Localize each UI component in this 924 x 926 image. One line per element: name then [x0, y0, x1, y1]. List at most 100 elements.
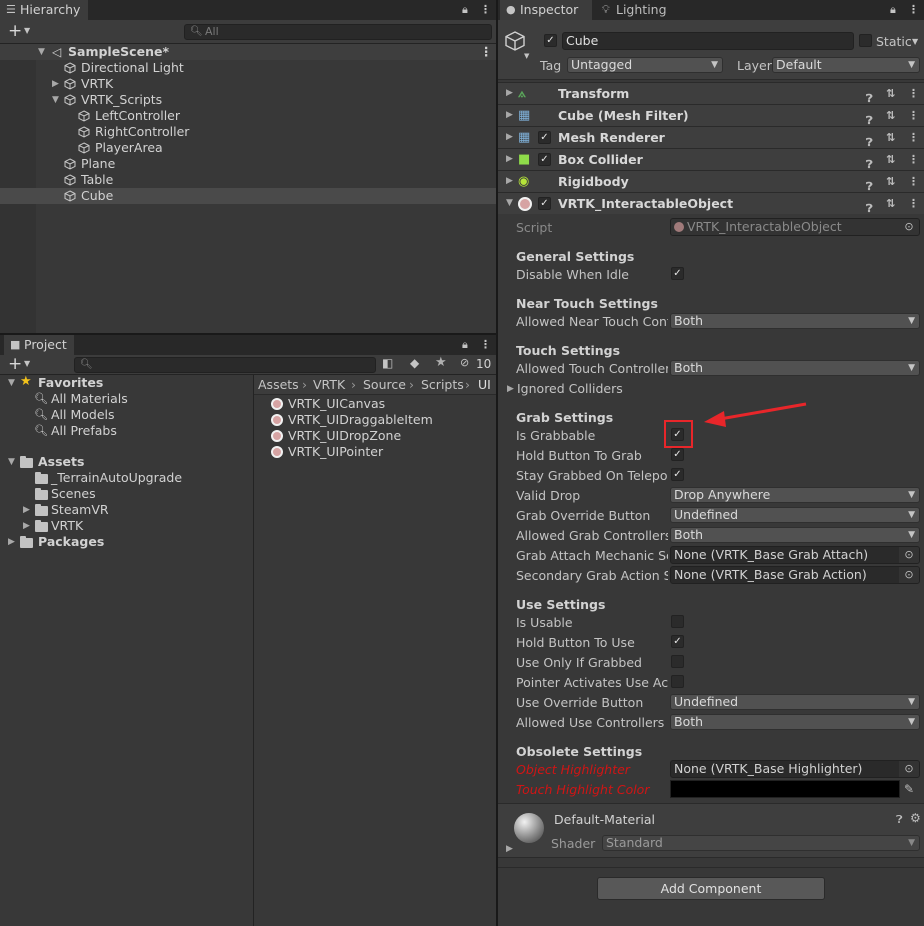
- presets-icon[interactable]: ⇅: [886, 149, 895, 170]
- presets-icon[interactable]: ⇅: [886, 127, 895, 148]
- component-menu-icon[interactable]: ⋮: [908, 127, 919, 148]
- hierarchy-item[interactable]: PlayerArea: [0, 140, 496, 156]
- use-override-dropdown[interactable]: Undefined ▼: [670, 694, 920, 710]
- object-picker-icon[interactable]: ⊙: [899, 547, 919, 563]
- favorite-item[interactable]: 🔍︎ All Materials: [0, 391, 253, 407]
- add-object-button[interactable]: +: [8, 20, 22, 42]
- breadcrumb-item[interactable]: Source: [363, 375, 406, 394]
- active-checkbox[interactable]: ✓: [544, 34, 557, 47]
- folder-item[interactable]: _TerrainAutoUpgrade: [0, 470, 253, 486]
- object-picker-icon[interactable]: ⊙: [899, 761, 919, 777]
- ignored-colliders-arrow-icon[interactable]: ▶: [507, 384, 514, 394]
- collapse-arrow-icon[interactable]: ▶: [506, 844, 513, 854]
- allowed-near-touch-dropdown[interactable]: Both ▼: [670, 313, 920, 329]
- expand-arrow-icon[interactable]: ▼: [38, 44, 45, 60]
- presets-icon[interactable]: ⇅: [886, 193, 895, 214]
- enabled-checkbox[interactable]: ✓: [538, 153, 551, 166]
- collapse-arrow-icon[interactable]: ▶: [506, 127, 513, 148]
- asset-file[interactable]: VRTK_UICanvas: [254, 396, 496, 412]
- lock-icon[interactable]: 🔒︎: [462, 338, 468, 352]
- hierarchy-item-selected[interactable]: Cube: [0, 188, 496, 204]
- collapse-arrow-icon[interactable]: ▶: [52, 76, 59, 92]
- grab-override-dropdown[interactable]: Undefined ▼: [670, 507, 920, 523]
- stay-grabbed-checkbox[interactable]: ✓: [671, 468, 684, 481]
- grab-attach-field[interactable]: None (VRTK_Base Grab Attach) ⊙: [670, 546, 920, 564]
- favorites-star-icon[interactable]: ★: [435, 355, 447, 370]
- icon-dropdown-arrow-icon[interactable]: ▼: [524, 52, 529, 60]
- search-by-label-icon[interactable]: ◆: [410, 356, 419, 370]
- component-menu-icon[interactable]: ⋮: [908, 105, 919, 126]
- scene-menu-icon[interactable]: ⋮: [480, 44, 493, 60]
- lock-icon[interactable]: 🔒︎: [890, 3, 896, 17]
- collapse-arrow-icon[interactable]: ▶: [506, 83, 513, 104]
- component-rigidbody[interactable]: ▶ ◉ Rigidbody ❓︎ ⇅ ⋮: [498, 170, 924, 193]
- hierarchy-item[interactable]: ▼ VRTK_Scripts: [0, 92, 496, 108]
- tab-hierarchy[interactable]: ☰ Hierarchy: [0, 0, 88, 20]
- layer-dropdown[interactable]: Default ▼: [772, 57, 920, 73]
- expand-arrow-icon[interactable]: ▼: [8, 454, 15, 470]
- ignored-colliders-label[interactable]: Ignored Colliders: [517, 381, 669, 396]
- tab-inspector[interactable]: ● Inspector: [500, 0, 592, 20]
- settings-gear-icon[interactable]: ⚙: [910, 811, 921, 825]
- project-search-input[interactable]: 🔍︎: [74, 357, 376, 373]
- favorites-row[interactable]: ▼ ★ Favorites: [0, 374, 253, 391]
- static-checkbox[interactable]: [859, 34, 872, 47]
- tab-project[interactable]: ■ Project: [4, 335, 74, 355]
- static-dropdown-arrow-icon[interactable]: ▼: [912, 37, 918, 46]
- component-menu-icon[interactable]: ⋮: [908, 193, 919, 214]
- gameobject-icon[interactable]: [504, 30, 526, 52]
- allowed-use-dropdown[interactable]: Both ▼: [670, 714, 920, 730]
- hold-button-to-use-checkbox[interactable]: ✓: [671, 635, 684, 648]
- favorite-item[interactable]: 🔍︎ All Prefabs: [0, 423, 253, 439]
- presets-icon[interactable]: ⇅: [886, 171, 895, 192]
- create-asset-button[interactable]: +: [8, 353, 22, 375]
- add-component-button[interactable]: Add Component: [597, 877, 825, 900]
- component-menu-icon[interactable]: ⋮: [908, 171, 919, 192]
- pointer-activates-checkbox[interactable]: [671, 675, 684, 688]
- help-icon[interactable]: ❓︎: [896, 813, 903, 827]
- use-only-if-grabbed-checkbox[interactable]: [671, 655, 684, 668]
- secondary-grab-field[interactable]: None (VRTK_Base Grab Action) ⊙: [670, 566, 920, 584]
- component-transform[interactable]: ▶ ⟑ Transform ❓︎ ⇅ ⋮: [498, 82, 924, 105]
- allowed-touch-dropdown[interactable]: Both ▼: [670, 360, 920, 376]
- hierarchy-item[interactable]: Directional Light: [0, 60, 496, 76]
- breadcrumb-item[interactable]: Scripts: [421, 375, 464, 394]
- expand-arrow-icon[interactable]: ▼: [8, 375, 15, 391]
- hierarchy-item[interactable]: RightController: [0, 124, 496, 140]
- assets-row[interactable]: ▼ Assets: [0, 454, 253, 470]
- collapse-arrow-icon[interactable]: ▶: [506, 149, 513, 170]
- more-menu-icon[interactable]: ⋮: [480, 3, 491, 16]
- presets-icon[interactable]: ⇅: [886, 83, 895, 104]
- shader-dropdown[interactable]: Standard ▼: [602, 835, 920, 851]
- collapse-arrow-icon[interactable]: ▶: [23, 502, 30, 518]
- folder-item[interactable]: ▶ VRTK: [0, 518, 253, 534]
- breadcrumb-item[interactable]: Assets: [258, 375, 299, 394]
- collapse-arrow-icon[interactable]: ▶: [506, 105, 513, 126]
- presets-icon[interactable]: ⇅: [886, 105, 895, 126]
- hierarchy-item[interactable]: Plane: [0, 156, 496, 172]
- add-dropdown-arrow-icon[interactable]: ▼: [24, 26, 30, 35]
- breadcrumb-item[interactable]: UI: [478, 375, 491, 394]
- tab-lighting[interactable]: 💡︎ Lighting: [598, 0, 688, 20]
- touch-highlight-color-field[interactable]: [670, 780, 900, 798]
- object-picker-icon[interactable]: ⊙: [899, 567, 919, 583]
- eyedropper-icon[interactable]: ✎: [904, 782, 914, 796]
- allowed-grab-dropdown[interactable]: Both ▼: [670, 527, 920, 543]
- favorite-item[interactable]: 🔍︎ All Models: [0, 407, 253, 423]
- component-menu-icon[interactable]: ⋮: [908, 149, 919, 170]
- breadcrumb-item[interactable]: VRTK: [313, 375, 345, 394]
- disable-when-idle-checkbox[interactable]: ✓: [671, 267, 684, 280]
- enabled-checkbox[interactable]: ✓: [538, 197, 551, 210]
- hidden-packages-icon[interactable]: ⊘: [460, 356, 469, 369]
- hierarchy-search-input[interactable]: 🔍︎ All: [184, 24, 492, 40]
- valid-drop-dropdown[interactable]: Drop Anywhere ▼: [670, 487, 920, 503]
- folder-item[interactable]: ▶ SteamVR: [0, 502, 253, 518]
- component-mesh-filter[interactable]: ▶ ▦ Cube (Mesh Filter) ❓︎ ⇅ ⋮: [498, 104, 924, 127]
- asset-file[interactable]: VRTK_UIPointer: [254, 444, 496, 460]
- folder-item[interactable]: Scenes: [0, 486, 253, 502]
- more-menu-icon[interactable]: ⋮: [480, 338, 491, 351]
- search-by-type-icon[interactable]: ◧: [382, 356, 393, 370]
- collapse-arrow-icon[interactable]: ▶: [8, 534, 15, 550]
- hold-button-to-grab-checkbox[interactable]: ✓: [671, 448, 684, 461]
- expand-arrow-icon[interactable]: ▼: [52, 92, 59, 108]
